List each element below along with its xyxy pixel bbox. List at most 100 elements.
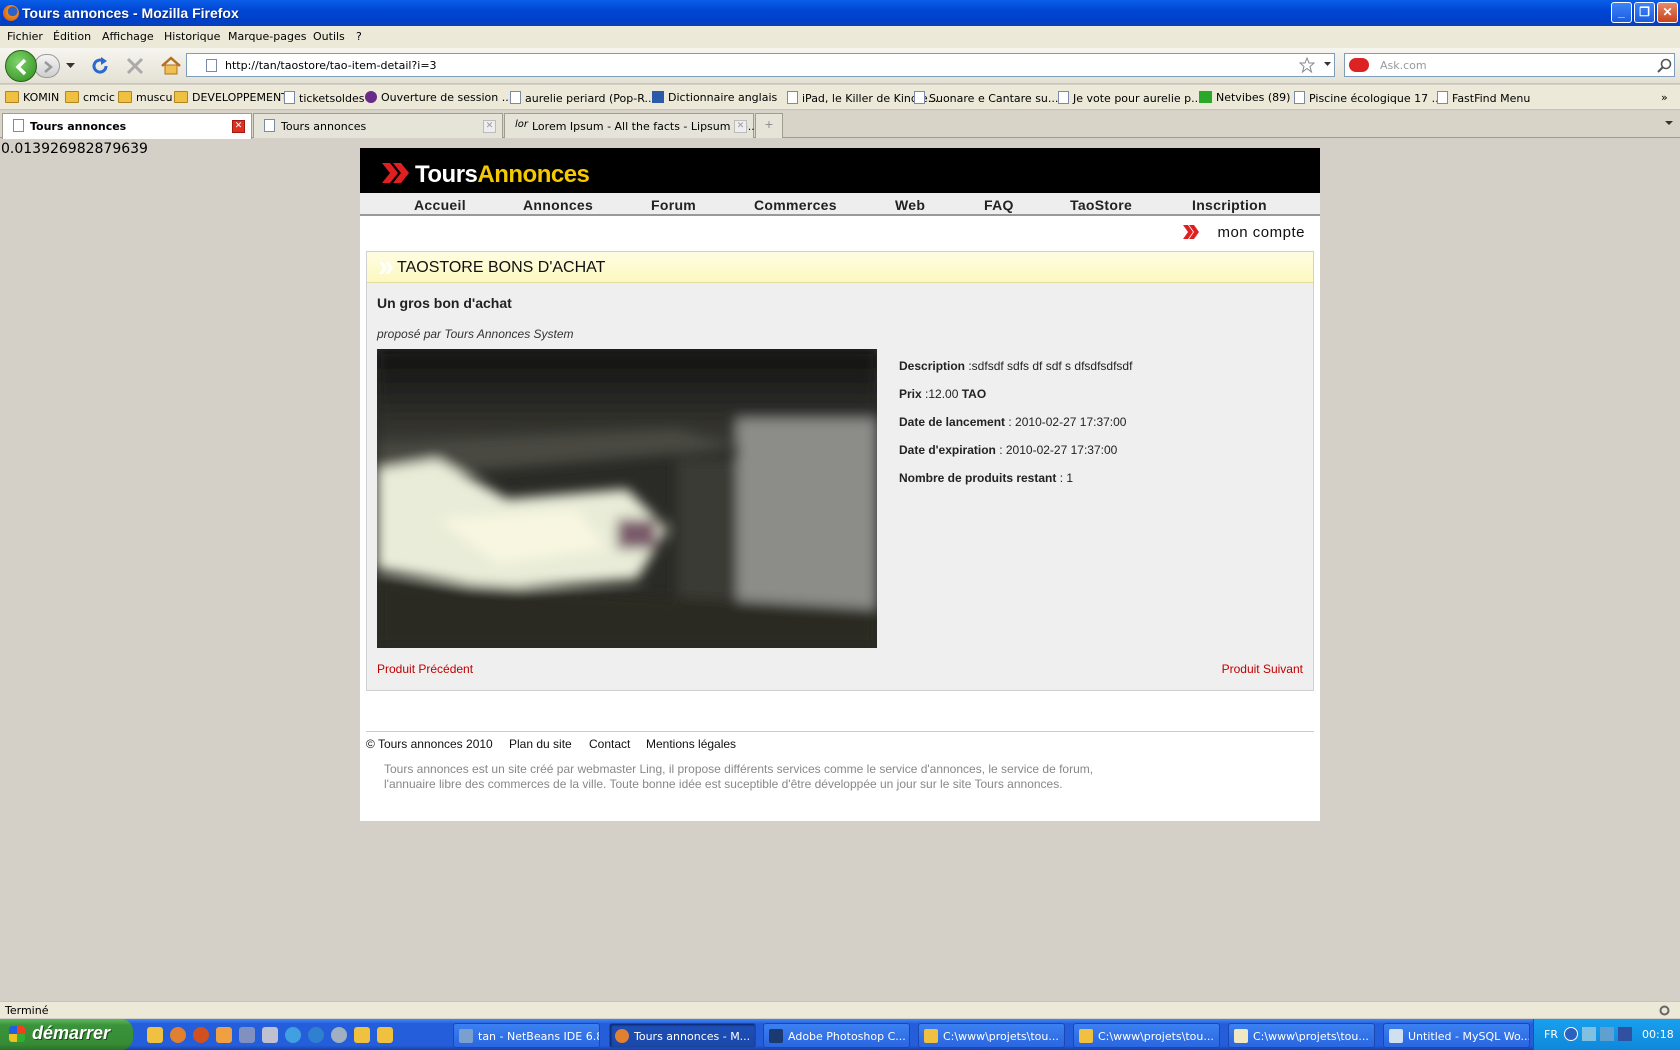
folder-icon (118, 91, 132, 103)
menu-fichier[interactable]: Fichier (7, 30, 43, 43)
bookmark-item[interactable]: ticketsoldes (284, 91, 364, 105)
new-tab-button[interactable]: + (755, 113, 783, 138)
bookmark-item[interactable]: Je vote pour aurelie p... (1058, 91, 1202, 105)
bookmark-item[interactable]: Ouverture de session ... (365, 91, 512, 104)
bookmark-item[interactable]: KOMIN (5, 91, 59, 104)
address-bar[interactable]: http://tan/taostore/tao-item-detail?i=3 (186, 53, 1335, 77)
tray-arrow-icon[interactable] (1564, 1027, 1578, 1041)
wr-icon (652, 91, 664, 103)
footer-divider (366, 731, 1314, 732)
quicklaunch-folder2-icon[interactable] (354, 1027, 370, 1043)
minimize-button[interactable]: _ (1611, 2, 1632, 23)
quicklaunch-firefox-icon[interactable] (170, 1027, 186, 1043)
nav-inscription[interactable]: Inscription (1192, 197, 1267, 213)
bookmark-item[interactable]: DEVELOPPEMENT (174, 91, 288, 104)
menu-affichage[interactable]: Affichage (102, 30, 154, 43)
lipsum-icon: lor (515, 119, 529, 130)
taskbar-item-netbeans[interactable]: tan - NetBeans IDE 6.8 (453, 1023, 600, 1048)
home-icon[interactable] (160, 55, 182, 77)
tab-close-icon[interactable]: ✕ (483, 120, 496, 133)
tab-tours-annonces-active[interactable]: Tours annonces ✕ (2, 113, 252, 139)
nav-taostore[interactable]: TaoStore (1070, 197, 1132, 213)
tray-network-icon[interactable] (1582, 1027, 1596, 1041)
taskbar-item-photoshop[interactable]: Adobe Photoshop C... (763, 1023, 910, 1048)
panel-header: TAOSTORE BONS D'ACHAT (367, 252, 1313, 283)
quicklaunch-user-icon[interactable] (216, 1027, 232, 1043)
language-indicator[interactable]: FR (1544, 1028, 1558, 1041)
bookmarks-overflow-icon[interactable]: » (1661, 91, 1668, 104)
nav-web[interactable]: Web (895, 197, 925, 213)
proposed-by: proposé par Tours Annonces System (377, 327, 574, 341)
quicklaunch-network-icon[interactable] (239, 1027, 255, 1043)
site-logo[interactable]: ToursAnnonces (415, 161, 590, 189)
tab-lorem-ipsum[interactable]: lor Lorem Ipsum - All the facts - Lipsum… (504, 113, 758, 138)
taskbar-item-firefox[interactable]: Tours annonces - M... (609, 1023, 756, 1048)
status-gear-icon[interactable] (1658, 1004, 1671, 1017)
bookmark-item[interactable]: FastFind Menu (1437, 91, 1530, 105)
tray-app-icon[interactable] (1600, 1027, 1614, 1041)
tab-close-icon[interactable]: ✕ (232, 120, 245, 133)
menu-outils[interactable]: Outils (313, 30, 345, 43)
stop-icon[interactable] (125, 56, 145, 76)
ask-engine-icon[interactable] (1349, 58, 1369, 72)
status-text: Terminé (5, 1004, 49, 1017)
page-icon (206, 59, 217, 72)
page-icon (284, 91, 295, 104)
quicklaunch-folder3-icon[interactable] (377, 1027, 393, 1043)
quicklaunch-ie-icon[interactable] (285, 1027, 301, 1043)
maximize-button[interactable]: ❐ (1634, 2, 1655, 23)
search-icon[interactable] (1657, 58, 1673, 74)
bookmark-item[interactable]: Netvibes (89) (1199, 91, 1290, 104)
clock: 00:18 (1642, 1028, 1674, 1041)
nav-faq[interactable]: FAQ (984, 197, 1014, 213)
bookmarks-toolbar: KOMIN cmcic muscu DEVELOPPEMENT ticketso… (0, 85, 1680, 110)
bookmark-star-icon[interactable] (1299, 57, 1315, 73)
bookmark-item[interactable]: Piscine écologique 17 ... (1294, 91, 1442, 105)
quicklaunch-folder-icon[interactable] (147, 1027, 163, 1043)
bookmark-item[interactable]: Suonare e Cantare su... (914, 91, 1058, 105)
next-product-link[interactable]: Produit Suivant (1222, 662, 1303, 676)
quicklaunch-app-icon[interactable] (262, 1027, 278, 1043)
history-dropdown-icon[interactable] (66, 63, 75, 69)
bookmark-item[interactable]: cmcic (65, 91, 115, 104)
quicklaunch-ie-alt-icon[interactable] (308, 1027, 324, 1043)
taskbar-item-explorer-3[interactable]: C:\www\projets\tou... (1228, 1023, 1375, 1048)
tab-list-icon[interactable] (1665, 121, 1673, 126)
tab-tours-annonces[interactable]: Tours annonces ✕ (253, 113, 503, 138)
url-dropdown-icon[interactable] (1324, 62, 1331, 67)
url-text: http://tan/taostore/tao-item-detail?i=3 (225, 59, 437, 72)
nav-commerces[interactable]: Commerces (754, 197, 837, 213)
quicklaunch-globe-icon[interactable] (331, 1027, 347, 1043)
reload-icon[interactable] (89, 55, 111, 77)
panel-title: TAOSTORE BONS D'ACHAT (397, 259, 606, 276)
nav-accueil[interactable]: Accueil (414, 197, 466, 213)
search-bar[interactable]: Ask.com (1344, 53, 1675, 77)
quicklaunch-firefox-alt-icon[interactable] (193, 1027, 209, 1043)
nav-annonces[interactable]: Annonces (523, 197, 593, 213)
close-button[interactable]: ✕ (1657, 2, 1678, 23)
footer-plan-du-site[interactable]: Plan du site (509, 737, 572, 751)
menu-historique[interactable]: Historique (164, 30, 220, 43)
panel-chevron-icon (379, 262, 393, 274)
bookmark-item[interactable]: muscu (118, 91, 172, 104)
menu-help[interactable]: ? (356, 30, 362, 43)
start-button[interactable]: démarrer (0, 1019, 133, 1050)
tab-close-icon[interactable]: ✕ (734, 120, 747, 133)
taskbar-item-explorer-1[interactable]: C:\www\projets\tou... (918, 1023, 1065, 1048)
bookmark-item[interactable]: Dictionnaire anglais (652, 91, 777, 104)
page-icon (13, 119, 24, 132)
folder-icon (174, 91, 188, 103)
previous-product-link[interactable]: Produit Précédent (377, 662, 473, 676)
taskbar-item-mysql[interactable]: Untitled - MySQL Wo... (1383, 1023, 1530, 1048)
back-button[interactable] (5, 50, 37, 82)
tray-shield-icon[interactable] (1618, 1027, 1632, 1041)
mon-compte-link[interactable]: mon compte (1217, 224, 1305, 241)
product-title: Un gros bon d'achat (377, 295, 512, 311)
footer-mentions-legales[interactable]: Mentions légales (646, 737, 736, 751)
menu-marque-pages[interactable]: Marque-pages (228, 30, 306, 43)
bookmark-item[interactable]: aurelie periard (Pop-R... (510, 91, 655, 105)
taskbar-item-explorer-2[interactable]: C:\www\projets\tou... (1073, 1023, 1220, 1048)
footer-contact[interactable]: Contact (589, 737, 630, 751)
nav-forum[interactable]: Forum (651, 197, 696, 213)
menu-edition[interactable]: Édition (53, 30, 91, 43)
